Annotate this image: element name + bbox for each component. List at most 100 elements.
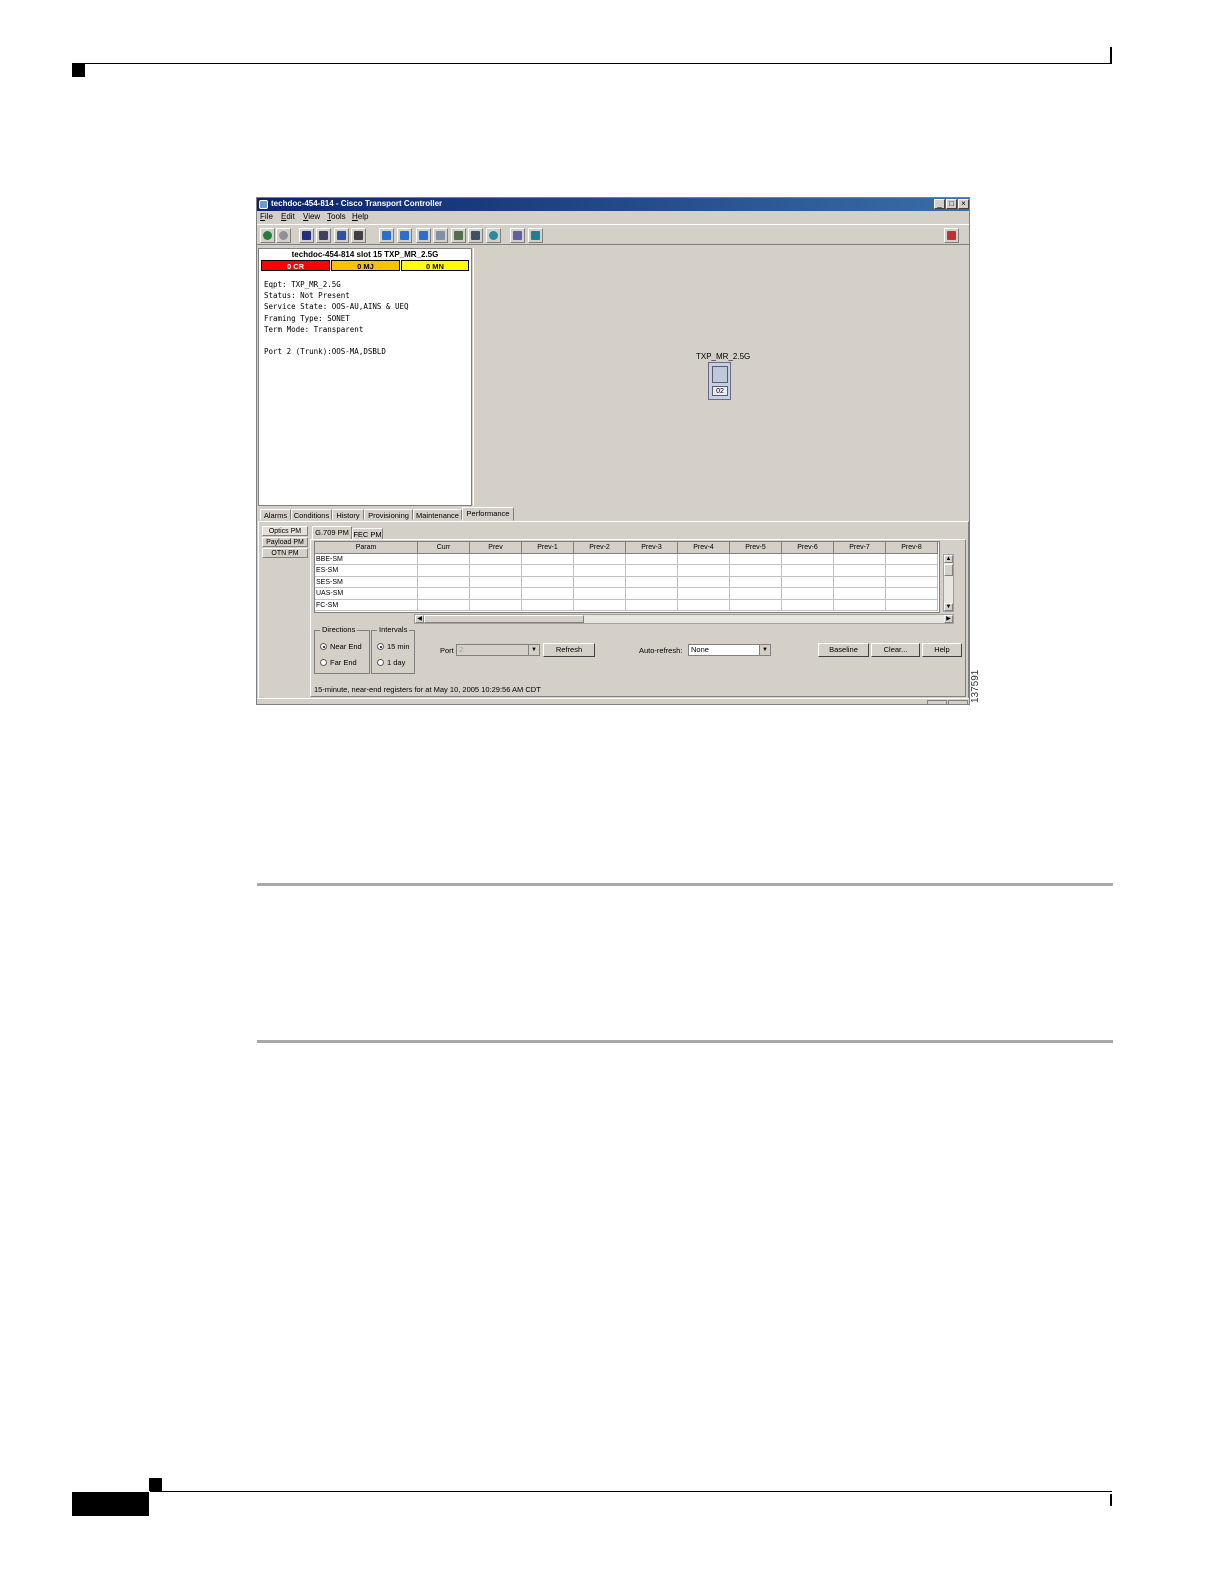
tab-performance[interactable]: Performance <box>462 507 514 521</box>
grid-horizontal-scrollbar[interactable]: ◀ ▶ <box>414 614 954 624</box>
menu-help[interactable]: Help <box>352 212 368 221</box>
scroll-down-icon[interactable]: ▼ <box>944 603 953 611</box>
toolbar-button-card-view[interactable] <box>510 228 525 243</box>
column-header[interactable]: Prev <box>470 542 522 554</box>
side-tab-otn-pm[interactable]: OTN PM <box>262 548 308 558</box>
minor-alarm-count[interactable]: 0 MN <box>401 260 469 271</box>
scroll-up-icon[interactable]: ▲ <box>944 555 953 563</box>
menu-view[interactable]: View <box>303 212 320 221</box>
column-header[interactable]: Prev-1 <box>522 542 574 554</box>
toolbar-button-stop[interactable] <box>276 228 291 243</box>
table-cell <box>834 599 886 611</box>
table-cell <box>782 554 834 566</box>
column-header[interactable]: Prev-8 <box>886 542 938 554</box>
minimize-button[interactable]: _ <box>934 199 945 209</box>
stop-icon <box>279 231 288 240</box>
column-header[interactable]: Param <box>315 542 418 554</box>
scroll-left-icon[interactable]: ◀ <box>415 615 424 623</box>
port-graphic[interactable] <box>712 366 728 383</box>
toolbar-button-copy[interactable] <box>351 228 366 243</box>
port-number: 02 <box>712 386 728 396</box>
column-header[interactable]: Prev-4 <box>678 542 730 554</box>
menu-edit[interactable]: Edit <box>281 212 295 221</box>
close-button[interactable]: × <box>958 199 969 209</box>
table-cell <box>418 576 470 589</box>
menu-tools[interactable]: Tools <box>327 212 346 221</box>
table-cell <box>782 588 834 600</box>
column-header[interactable]: Prev-7 <box>834 542 886 554</box>
info-line <box>264 335 409 346</box>
help-button[interactable]: Help <box>922 643 962 657</box>
refresh-button[interactable]: Refresh <box>543 643 595 657</box>
circuit-icon <box>531 231 540 240</box>
column-header[interactable]: Prev-5 <box>730 542 782 554</box>
toolbar-button-print[interactable] <box>316 228 331 243</box>
critical-alarm-count[interactable]: 0 CR <box>261 260 330 271</box>
title-bar[interactable]: techdoc-454-814 - Cisco Transport Contro… <box>257 198 969 211</box>
tab-alarms[interactable]: Alarms <box>260 509 291 520</box>
alarm-indicator-icon <box>947 231 956 240</box>
row-param-name: BBE-SM <box>315 554 418 566</box>
toolbar-button-node-view[interactable] <box>451 228 466 243</box>
grid-vertical-scrollbar[interactable]: ▲ ▼ <box>943 554 954 612</box>
sub-tab-g709-pm[interactable]: G.709 PM <box>312 526 352 540</box>
toolbar-button-forward[interactable] <box>397 228 412 243</box>
toolbar-button-network-view[interactable] <box>260 228 275 243</box>
table-cell <box>574 599 626 611</box>
auto-refresh-select[interactable]: None ▼ <box>688 644 771 656</box>
table-cell <box>626 599 678 611</box>
table-cell <box>522 576 574 589</box>
table-cell <box>834 565 886 577</box>
horizontal-scroll-thumb[interactable] <box>424 615 584 623</box>
baseline-button[interactable]: Baseline <box>818 643 869 657</box>
table-cell <box>522 554 574 566</box>
column-header[interactable]: Curr <box>418 542 470 554</box>
toolbar-button-circuit[interactable] <box>528 228 543 243</box>
toolbar-button-span-view[interactable] <box>468 228 483 243</box>
radio-near-end[interactable]: Near End <box>320 642 362 651</box>
column-header[interactable]: Prev-2 <box>574 542 626 554</box>
table-cell <box>522 588 574 600</box>
forward-icon <box>400 231 409 240</box>
table-cell <box>470 576 522 589</box>
toolbar-button-up[interactable] <box>416 228 431 243</box>
toolbar-button-down[interactable] <box>433 228 448 243</box>
tab-maintenance[interactable]: Maintenance <box>413 509 462 520</box>
radio-15-min[interactable]: 15 min <box>377 642 410 651</box>
card-info-text: Eqpt: TXP_MR_2.5G Status: Not Present Serv… <box>264 279 409 357</box>
export-icon <box>337 231 346 240</box>
clear-button[interactable]: Clear... <box>871 643 920 657</box>
table-cell <box>522 599 574 611</box>
vertical-scroll-thumb[interactable] <box>944 564 953 576</box>
maximize-button[interactable]: □ <box>946 199 957 209</box>
menu-file[interactable]: File <box>260 212 273 221</box>
back-icon <box>382 231 391 240</box>
footer-tick <box>1110 1494 1112 1506</box>
toolbar-button-globe[interactable] <box>486 228 501 243</box>
table-cell <box>782 576 834 589</box>
radio-1-day[interactable]: 1 day <box>377 658 405 667</box>
toolbar-button-back[interactable] <box>379 228 394 243</box>
toolbar-button-lock[interactable] <box>299 228 314 243</box>
section-rule-bottom <box>257 1040 1113 1043</box>
major-alarm-count[interactable]: 0 MJ <box>331 260 400 271</box>
tab-conditions[interactable]: Conditions <box>291 509 332 520</box>
chevron-down-icon[interactable]: ▼ <box>759 645 770 655</box>
table-cell <box>626 588 678 600</box>
toolbar-button-alarm-indicator[interactable] <box>944 228 959 243</box>
scroll-right-icon[interactable]: ▶ <box>944 615 953 623</box>
column-header[interactable]: Prev-3 <box>626 542 678 554</box>
tab-history[interactable]: History <box>332 509 364 520</box>
row-param-name: FC-SM <box>315 599 418 611</box>
toolbar-button-export[interactable] <box>334 228 349 243</box>
chevron-down-icon[interactable]: ▼ <box>528 645 539 655</box>
radio-far-end[interactable]: Far End <box>320 658 357 667</box>
side-tab-optics-pm[interactable]: Optics PM <box>262 526 308 536</box>
table-cell <box>886 588 938 600</box>
status-text: 15-minute, near-end registers for at May… <box>314 685 541 694</box>
column-header[interactable]: Prev-6 <box>782 542 834 554</box>
tab-provisioning[interactable]: Provisioning <box>364 509 413 520</box>
side-tab-payload-pm[interactable]: Payload PM <box>262 537 308 547</box>
port-select[interactable]: 2 ▼ <box>456 644 540 656</box>
card-graphic[interactable]: 02 <box>708 362 731 400</box>
